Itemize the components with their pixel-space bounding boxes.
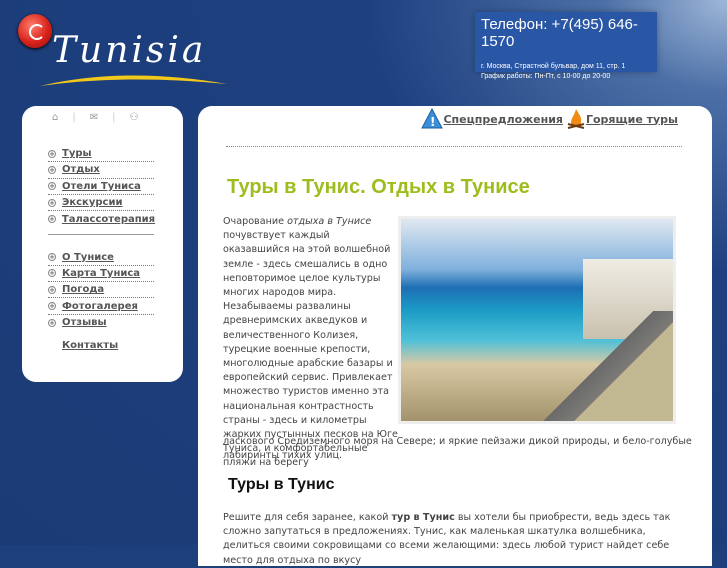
tours-paragraph: Решите для себя заранее, какой тур в Тун…: [223, 512, 671, 566]
sidebar: ⌂ | ✉ | ⚇ + Туры + Отдых + Отели Туниса + Экск…: [22, 106, 183, 382]
contact-box: Телефон: +7(495) 646-1570 г. Москва, Стр…: [475, 12, 657, 80]
home-icon[interactable]: ⌂: [52, 112, 58, 123]
intro-paragraph: Очарование отдыха в Тунисе почувствует к…: [223, 216, 398, 469]
svg-text:!: !: [430, 115, 435, 129]
sitemap-icon[interactable]: ⚇: [130, 112, 139, 123]
bullet-icon: +: [48, 285, 56, 294]
menu-item-thalasso[interactable]: + Талассотерапия: [48, 211, 155, 227]
working-hours: График работы: Пн-Пт, с 10-00 до 20-00: [481, 73, 611, 80]
menu-item-hotels[interactable]: + Отели Туниса: [48, 179, 154, 195]
hot-tours-link[interactable]: Горящие туры: [586, 113, 678, 126]
page-title: Туры в Тунис. Отдых в Тунисе: [227, 176, 530, 198]
menu-item-about[interactable]: + О Тунисе: [48, 249, 154, 266]
fire-icon: [567, 109, 585, 129]
divider: [226, 146, 682, 147]
intro-paragraph-end: ласкового Средиземного моря на Севере; и…: [223, 436, 692, 462]
mail-icon[interactable]: ✉: [90, 112, 98, 123]
specials-link[interactable]: Спецпредложения: [443, 113, 563, 126]
intro-emphasis[interactable]: отдыха в Тунисе: [287, 216, 371, 227]
bullet-icon: +: [48, 302, 56, 311]
menu-item-rest[interactable]: + Отдых: [48, 162, 154, 179]
bullet-icon: +: [48, 269, 56, 278]
menu-item-tours[interactable]: + Туры: [48, 146, 154, 163]
section-heading: Туры в Тунис: [228, 476, 335, 493]
menu-item-gallery[interactable]: + Фотогалерея: [48, 298, 154, 315]
bullet-icon: +: [48, 149, 56, 158]
menu-divider: [48, 234, 154, 236]
bullet-icon: +: [48, 253, 56, 262]
bullet-icon: +: [48, 198, 56, 207]
bullet-icon: +: [48, 318, 56, 327]
menu-item-weather[interactable]: + Погода: [48, 282, 154, 299]
bullet-icon: +: [48, 182, 56, 191]
warning-icon: !: [421, 108, 444, 129]
address: г. Москва, Страстной бульвар, дом 11, ст…: [481, 63, 626, 70]
contacts-link[interactable]: Контакты: [62, 340, 118, 351]
menu-item-excursions[interactable]: + Экскурсии: [48, 195, 154, 212]
menu-item-reviews[interactable]: + Отзывы: [48, 315, 154, 331]
site-logo[interactable]: Tunisia: [52, 30, 206, 71]
logo-swoosh: [40, 75, 227, 86]
bullet-icon: +: [48, 165, 56, 174]
bullet-icon: +: [48, 215, 56, 224]
sidebar-menu: + Туры + Отдых + Отели Туниса + Экскурсии + Т…: [48, 146, 155, 331]
tunisia-flag-logo-icon[interactable]: [18, 14, 52, 48]
menu-item-map[interactable]: + Карта Туниса: [48, 266, 154, 283]
main-content: ! Спецпредложения Горящие туры Туры в Ту…: [198, 106, 712, 566]
beach-photo: [398, 216, 676, 424]
phone-number: Телефон: +7(495) 646-1570: [481, 16, 638, 50]
